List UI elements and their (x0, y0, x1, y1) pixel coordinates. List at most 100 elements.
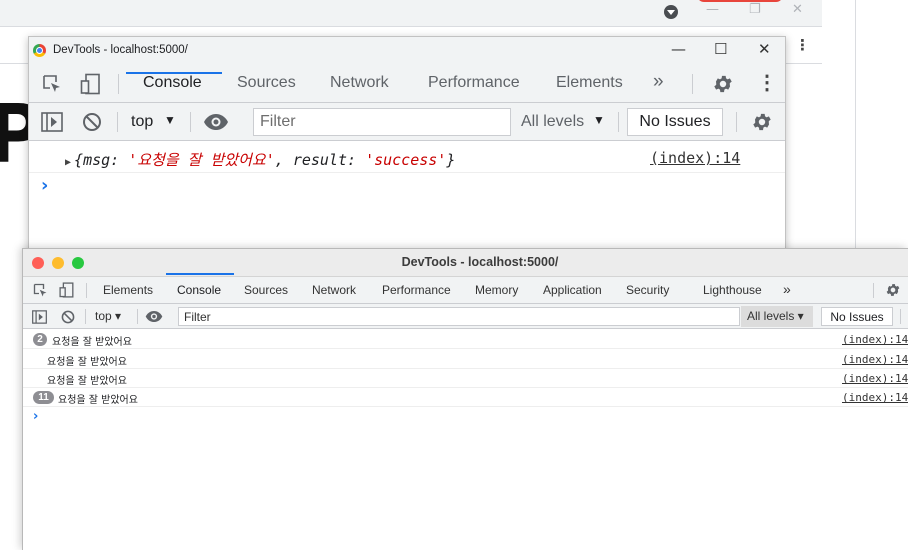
sidebar-toggle-icon[interactable] (32, 310, 47, 324)
maximize-icon[interactable]: ☐ (714, 40, 727, 58)
minimize-icon[interactable]: — (671, 40, 686, 58)
active-tab-indicator (126, 72, 222, 74)
row-divider (29, 172, 785, 173)
log-message: 요청을 잘 받았어요 (58, 395, 138, 406)
title-bar: DevTools - localhost:5000/ — ☐ ✕ (29, 37, 785, 65)
divider (900, 309, 901, 324)
console-toolbar: top ▾ Filter All levels ▾ No Issues (23, 304, 908, 329)
console-row[interactable]: 요청을 잘 받았어요 (index):14 (23, 350, 908, 369)
repeat-count-badge: 2 (33, 333, 47, 346)
tab-security[interactable]: Security (626, 283, 669, 297)
inspect-element-icon[interactable] (42, 74, 62, 94)
issues-button[interactable]: No Issues (627, 108, 723, 136)
devtools-tabbar: Elements Console Sources Network Perform… (23, 277, 908, 304)
context-selector[interactable]: top (131, 113, 153, 131)
chevron-down-icon: ▼ (164, 113, 176, 127)
live-expression-eye-icon[interactable] (203, 113, 229, 131)
more-tabs-button[interactable]: » (783, 281, 791, 297)
console-toolbar: top ▼ Filter All levels ▼ No Issues (29, 103, 785, 141)
close-icon[interactable]: ✕ (758, 40, 771, 58)
background-browser-tabstrip: — ❐ ✕ (0, 0, 822, 27)
console-prompt[interactable]: › (33, 409, 38, 424)
source-link[interactable]: (index):14 (842, 391, 908, 404)
divider (86, 283, 87, 298)
filter-input[interactable]: Filter (178, 307, 740, 326)
divider (117, 112, 118, 132)
devtools-tabbar: Console Sources Network Performance Elem… (29, 65, 785, 103)
settings-gear-icon[interactable] (885, 282, 901, 298)
tab-console[interactable]: Console (143, 74, 202, 92)
object-key: result (292, 151, 347, 169)
object-string-value: '요청을 잘 받았어요' (128, 151, 275, 169)
divider (190, 112, 191, 132)
object-key: msg (83, 151, 111, 169)
settings-gear-icon[interactable] (712, 73, 734, 95)
divider (736, 112, 737, 132)
divider (118, 74, 119, 94)
console-log-object[interactable]: ▶ {msg: '요청을 잘 받았어요', result: 'success'} (65, 149, 455, 170)
console-row[interactable]: 요청을 잘 받았어요 (index):14 (23, 369, 908, 388)
window-title: DevTools - localhost:5000/ (53, 44, 188, 56)
tab-memory[interactable]: Memory (475, 283, 518, 297)
divider (137, 309, 138, 324)
source-link[interactable]: (index):14 (842, 333, 908, 346)
console-prompt[interactable]: › (41, 175, 48, 196)
log-levels-dropdown[interactable]: All levels (521, 113, 584, 131)
restore-icon[interactable]: ❐ (749, 2, 761, 17)
console-settings-gear-icon[interactable] (751, 111, 773, 133)
tab-lighthouse[interactable]: Lighthouse (703, 283, 762, 297)
expand-triangle-icon[interactable]: ▶ (65, 157, 71, 168)
brace: { (74, 151, 84, 169)
inspect-element-icon[interactable] (33, 283, 48, 298)
live-expression-eye-icon[interactable] (145, 310, 163, 323)
divider (692, 74, 693, 94)
source-link[interactable]: (index):14 (842, 353, 908, 366)
close-icon[interactable]: ✕ (792, 2, 803, 17)
source-link[interactable]: (index):14 (650, 149, 740, 167)
tab-application[interactable]: Application (543, 283, 602, 297)
browser-menu-icon[interactable]: ⋮ (795, 36, 810, 54)
console-row[interactable]: 2 요청을 잘 받았어요 (index):14 (23, 330, 908, 349)
tab-performance[interactable]: Performance (428, 74, 520, 92)
sidebar-toggle-icon[interactable] (41, 112, 63, 132)
divider (618, 112, 619, 132)
source-link[interactable]: (index):14 (842, 372, 908, 385)
log-message: 요청을 잘 받았어요 (52, 337, 132, 348)
chevron-down-icon: ▼ (593, 113, 605, 127)
brace: } (446, 151, 456, 169)
title-bar: DevTools - localhost:5000/ (23, 249, 908, 277)
tab-elements[interactable]: Elements (556, 74, 623, 92)
divider (873, 283, 874, 298)
repeat-count-badge: 11 (33, 391, 54, 404)
more-tabs-button[interactable]: » (653, 71, 664, 93)
issues-button[interactable]: No Issues (821, 307, 893, 326)
log-levels-dropdown[interactable]: All levels ▾ (741, 306, 813, 327)
tab-elements[interactable]: Elements (103, 283, 153, 297)
minimize-icon[interactable]: — (706, 2, 719, 17)
filter-input[interactable]: Filter (253, 108, 511, 136)
window-title: DevTools - localhost:5000/ (401, 255, 559, 269)
context-selector[interactable]: top ▾ (95, 309, 121, 323)
log-message: 요청을 잘 받았어요 (47, 376, 127, 387)
log-message: 요청을 잘 받았어요 (47, 357, 127, 368)
devtools-window-windows: DevTools - localhost:5000/ — ☐ ✕ Console… (28, 36, 786, 252)
tab-network[interactable]: Network (330, 74, 389, 92)
tab-sources[interactable]: Sources (244, 283, 288, 297)
devtools-window-mac: DevTools - localhost:5000/ Elements Cons… (22, 248, 908, 550)
tab-console[interactable]: Console (177, 283, 221, 297)
device-toolbar-icon[interactable] (59, 282, 75, 298)
active-tab-indicator (166, 273, 234, 275)
customize-menu-icon[interactable]: ⋮ (757, 70, 777, 95)
device-toolbar-icon[interactable] (80, 73, 102, 95)
profile-dropdown-icon[interactable] (664, 5, 678, 19)
tab-performance[interactable]: Performance (382, 283, 451, 297)
divider (85, 309, 86, 324)
chrome-logo-icon (33, 44, 46, 57)
clear-console-icon[interactable] (82, 112, 102, 132)
tab-network[interactable]: Network (312, 283, 356, 297)
tab-sources[interactable]: Sources (237, 74, 296, 92)
object-string-value: 'success' (365, 151, 447, 169)
console-row[interactable]: 11 요청을 잘 받았어요 (index):14 (23, 388, 908, 407)
clear-console-icon[interactable] (61, 310, 75, 324)
background-page-heading-fragment: P (0, 90, 28, 180)
